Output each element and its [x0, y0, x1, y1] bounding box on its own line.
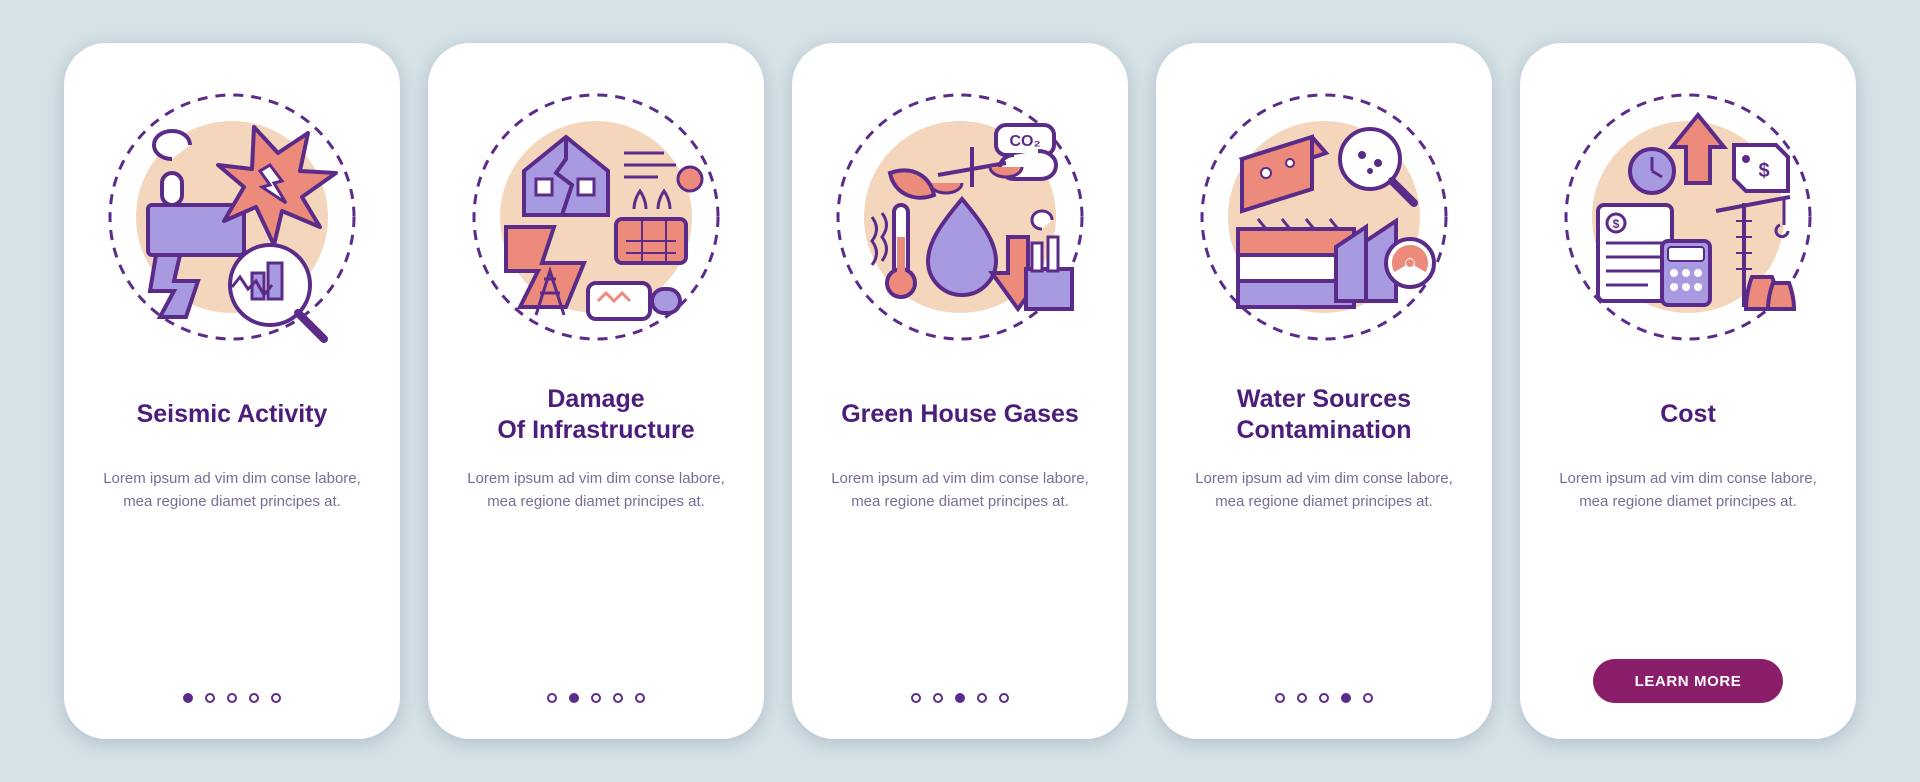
svg-text:CO₂: CO₂	[1009, 133, 1040, 150]
screen-body: Lorem ipsum ad vim dim conse labore, mea…	[830, 467, 1090, 514]
seismic-activity-icon	[102, 87, 362, 347]
screen-body: Lorem ipsum ad vim dim conse labore, mea…	[1558, 467, 1818, 514]
dot-2[interactable]	[205, 693, 215, 703]
screen-title: DamageOf Infrastructure	[497, 383, 694, 447]
greenhouse-gases-icon: CO₂	[830, 87, 1090, 347]
dot-5[interactable]	[271, 693, 281, 703]
screen-body: Lorem ipsum ad vim dim conse labore, mea…	[102, 467, 362, 514]
screen-title: Green House Gases	[841, 383, 1079, 447]
dot-4[interactable]	[1341, 693, 1351, 703]
onboarding-screen-1: Seismic Activity Lorem ipsum ad vim dim …	[64, 43, 400, 739]
onboarding-screen-5: $ $	[1520, 43, 1856, 739]
screen-title: Seismic Activity	[137, 383, 328, 447]
cost-icon: $ $	[1558, 87, 1818, 347]
dot-2[interactable]	[933, 693, 943, 703]
page-indicator	[1275, 693, 1373, 703]
dot-1[interactable]	[1275, 693, 1285, 703]
screen-body: Lorem ipsum ad vim dim conse labore, mea…	[1194, 467, 1454, 514]
page-indicator	[911, 693, 1009, 703]
dot-5[interactable]	[1363, 693, 1373, 703]
learn-more-button[interactable]: LEARN MORE	[1593, 659, 1783, 703]
dot-2[interactable]	[1297, 693, 1307, 703]
page-indicator	[547, 693, 645, 703]
dot-4[interactable]	[249, 693, 259, 703]
dot-3[interactable]	[955, 693, 965, 703]
svg-text:$: $	[1613, 217, 1620, 231]
dot-3[interactable]	[227, 693, 237, 703]
dot-4[interactable]	[613, 693, 623, 703]
dot-1[interactable]	[183, 693, 193, 703]
svg-text:$: $	[1758, 160, 1769, 182]
dot-3[interactable]	[591, 693, 601, 703]
onboarding-screen-4: Water SourcesContamination Lorem ipsum a…	[1156, 43, 1492, 739]
screen-title: Water SourcesContamination	[1237, 383, 1412, 447]
page-indicator	[183, 693, 281, 703]
dot-3[interactable]	[1319, 693, 1329, 703]
dot-2[interactable]	[569, 693, 579, 703]
dot-1[interactable]	[547, 693, 557, 703]
onboarding-carousel: Seismic Activity Lorem ipsum ad vim dim …	[64, 43, 1856, 739]
screen-body: Lorem ipsum ad vim dim conse labore, mea…	[466, 467, 726, 514]
dot-5[interactable]	[635, 693, 645, 703]
onboarding-screen-3: CO₂	[792, 43, 1128, 739]
dot-5[interactable]	[999, 693, 1009, 703]
screen-title: Cost	[1660, 383, 1716, 447]
dot-4[interactable]	[977, 693, 987, 703]
onboarding-screen-2: DamageOf Infrastructure Lorem ipsum ad v…	[428, 43, 764, 739]
water-contamination-icon	[1194, 87, 1454, 347]
infrastructure-damage-icon	[466, 87, 726, 347]
dot-1[interactable]	[911, 693, 921, 703]
